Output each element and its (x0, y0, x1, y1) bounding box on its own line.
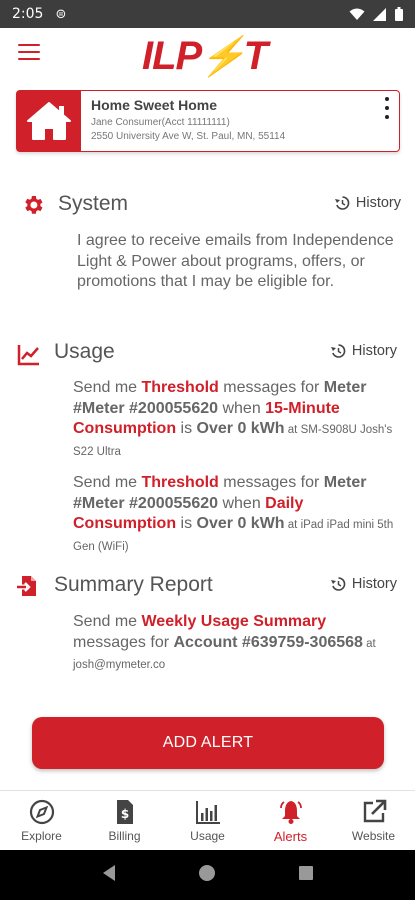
summary-section-header: Summary Report History (0, 572, 415, 600)
nav-website[interactable]: Website (332, 791, 415, 850)
nav-billing[interactable]: $ Billing (83, 791, 166, 850)
svg-text:$: $ (120, 807, 128, 821)
app-bar: ILP ⚡ T (0, 28, 415, 82)
home-icon[interactable] (198, 864, 216, 887)
notification-icon: ⊜ (55, 6, 67, 22)
status-bar: 2:05 ⊜ (0, 0, 415, 28)
system-title: System (58, 192, 129, 215)
report-export-icon (17, 576, 36, 596)
usage-alert-item[interactable]: Send me Threshold messages for Meter #Me… (73, 378, 398, 462)
system-section-header: System History (0, 191, 415, 219)
usage-section-header: Usage History (0, 339, 415, 367)
history-icon (330, 577, 346, 591)
add-alert-button[interactable]: ADD ALERT (32, 717, 384, 769)
bill-icon: $ (116, 800, 133, 824)
system-history-button[interactable]: History (334, 195, 401, 211)
nav-usage[interactable]: Usage (166, 791, 249, 850)
battery-icon (395, 7, 403, 21)
bell-icon (279, 801, 302, 824)
nav-explore[interactable]: Explore (0, 791, 83, 850)
usage-alert-item[interactable]: Send me Threshold messages for Meter #Me… (73, 473, 398, 557)
more-options-icon[interactable] (383, 97, 391, 119)
bottom-nav: Explore $ Billing Usage Alerts Website (0, 790, 415, 850)
history-icon (334, 196, 350, 210)
ilpt-logo: ILP ⚡ T (142, 34, 268, 78)
hamburger-menu-icon[interactable] (18, 44, 40, 62)
house-icon-container (17, 91, 81, 151)
signal-icon (373, 7, 386, 21)
bar-chart-icon (195, 801, 220, 824)
summary-title: Summary Report (54, 573, 213, 596)
summary-history-button[interactable]: History (330, 576, 397, 592)
account-card[interactable]: Home Sweet Home Jane Consumer(Acct 11111… (16, 90, 400, 152)
account-holder: Jane Consumer(Acct 11111111) (91, 117, 230, 128)
back-icon[interactable] (101, 864, 117, 887)
account-address: 2550 University Ave W, St. Paul, MN, 551… (91, 131, 286, 142)
status-time: 2:05 (12, 6, 44, 22)
compass-icon (29, 799, 54, 825)
summary-alert-item[interactable]: Send me Weekly Usage Summary messages fo… (73, 612, 403, 676)
account-name: Home Sweet Home (91, 97, 218, 113)
line-chart-icon (17, 345, 39, 366)
usage-title: Usage (54, 340, 115, 363)
wifi-icon (349, 8, 365, 20)
system-nav-bar (0, 850, 415, 900)
external-link-icon (363, 799, 386, 823)
system-consent-text: I agree to receive emails from Independe… (77, 232, 394, 290)
history-icon (330, 344, 346, 358)
gear-icon (25, 196, 43, 214)
usage-history-button[interactable]: History (330, 343, 397, 359)
house-icon (27, 102, 71, 140)
nav-alerts[interactable]: Alerts (249, 791, 332, 850)
recents-icon[interactable] (298, 865, 314, 886)
